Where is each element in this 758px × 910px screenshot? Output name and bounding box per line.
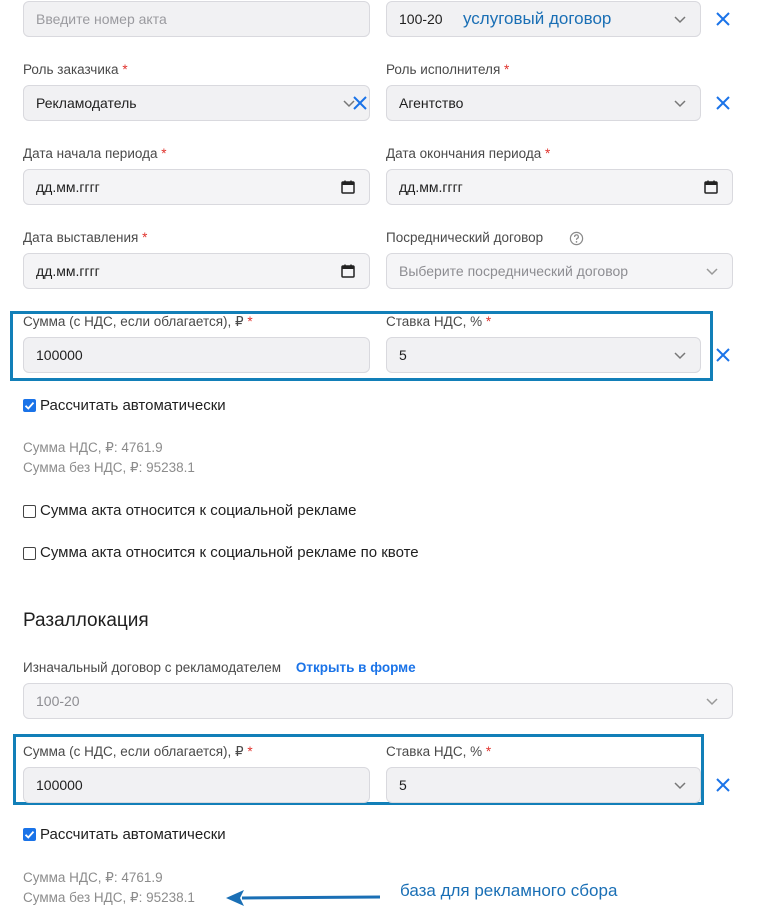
sum-input[interactable]: 100000: [23, 337, 370, 373]
calendar-icon[interactable]: [340, 263, 356, 279]
vat-rate-label: Ставка НДС, % *: [386, 314, 492, 329]
intermediary-select[interactable]: Выберите посреднический договор: [386, 253, 733, 289]
arrow-left-icon: [226, 890, 381, 906]
customer-role-label: Роль заказчика *: [23, 62, 128, 77]
realloc-auto-calc-label: Рассчитать автоматически: [40, 826, 226, 843]
social-ad-checkbox[interactable]: [23, 505, 36, 518]
realloc-sum-input[interactable]: 100000: [23, 767, 370, 803]
executor-role-label: Роль исполнителя *: [386, 62, 510, 77]
realloc-vat-rate-label: Ставка НДС, % *: [386, 744, 492, 759]
calendar-icon[interactable]: [340, 179, 356, 195]
contract-value: 100-20: [399, 11, 443, 27]
social-quota-checkbox[interactable]: [23, 547, 36, 560]
clear-vat-rate-close-icon[interactable]: [715, 347, 731, 363]
intermediary-placeholder: Выберите посреднический договор: [399, 263, 629, 279]
realloc-sum-label: Сумма (с НДС, если облагается), ₽ *: [23, 744, 253, 759]
customer-role-select[interactable]: Рекламодатель: [23, 85, 370, 121]
vat-rate-select[interactable]: 5: [386, 337, 701, 373]
orig-contract-value: 100-20: [36, 693, 80, 709]
customer-role-value: Рекламодатель: [36, 95, 137, 111]
chevron-down-icon: [706, 698, 718, 706]
calendar-icon[interactable]: [703, 179, 719, 195]
clear-realloc-vat-rate-close-icon[interactable]: [715, 777, 731, 793]
issue-date-label: Дата выставления *: [23, 230, 148, 245]
chevron-down-icon: [674, 782, 686, 790]
sum-label: Сумма (с НДС, если облагается), ₽ *: [23, 314, 253, 329]
check-icon: [24, 402, 35, 410]
end-date-value: дд.мм.гггг: [399, 179, 463, 195]
start-date-label: Дата начала периода *: [23, 146, 167, 161]
chevron-down-icon: [674, 352, 686, 360]
vat-sum-text: Сумма НДС, ₽: 4761.9: [23, 440, 163, 455]
clear-executor-role-close-icon[interactable]: [715, 95, 731, 111]
vat-rate-value: 5: [399, 347, 407, 363]
end-date-label: Дата окончания периода *: [386, 146, 551, 161]
sum-value: 100000: [36, 347, 83, 363]
act-number-input[interactable]: Введите номер акта: [23, 1, 370, 37]
realloc-auto-calc-checkbox[interactable]: [23, 828, 36, 841]
start-date-input[interactable]: дд.мм.гггг: [23, 169, 370, 205]
open-in-form-link[interactable]: Открыть в форме: [296, 660, 416, 675]
clear-contract-close-icon[interactable]: [715, 11, 731, 27]
chevron-down-icon: [706, 268, 718, 276]
realloc-sum-no-vat-text: Сумма без НДС, ₽: 95238.1: [23, 890, 195, 905]
social-ad-label: Сумма акта относится к социальной реклам…: [40, 502, 357, 519]
act-number-placeholder: Введите номер акта: [36, 11, 167, 27]
issue-date-value: дд.мм.гггг: [36, 263, 100, 279]
executor-role-select[interactable]: Агентство: [386, 85, 701, 121]
chevron-down-icon: [674, 100, 686, 108]
contract-annotation: услуговый договор: [463, 9, 612, 28]
sum-no-vat-text: Сумма без НДС, ₽: 95238.1: [23, 460, 195, 475]
chevron-down-icon: [674, 16, 686, 24]
orig-contract-label: Изначальный договор с рекламодателем Отк…: [23, 660, 416, 675]
realloc-vat-sum-text: Сумма НДС, ₽: 4761.9: [23, 870, 163, 885]
help-icon[interactable]: [569, 231, 584, 246]
orig-contract-select[interactable]: 100-20: [23, 683, 733, 719]
issue-date-input[interactable]: дд.мм.гггг: [23, 253, 370, 289]
realloc-sum-value: 100000: [36, 777, 83, 793]
realloc-vat-rate-value: 5: [399, 777, 407, 793]
intermediary-label: Посреднический договор: [386, 230, 544, 245]
check-icon: [24, 831, 35, 839]
auto-calc-checkbox[interactable]: [23, 399, 36, 412]
social-quota-label: Сумма акта относится к социальной реклам…: [40, 544, 419, 561]
start-date-value: дд.мм.гггг: [36, 179, 100, 195]
auto-calc-label: Рассчитать автоматически: [40, 397, 226, 414]
end-date-input[interactable]: дд.мм.гггг: [386, 169, 733, 205]
executor-role-value: Агентство: [399, 95, 464, 111]
clear-customer-role-close-icon[interactable]: [352, 95, 368, 111]
realloc-heading: Разаллокация: [23, 610, 149, 631]
realloc-vat-rate-select[interactable]: 5: [386, 767, 701, 803]
base-annotation: база для рекламного сбора: [400, 881, 618, 900]
